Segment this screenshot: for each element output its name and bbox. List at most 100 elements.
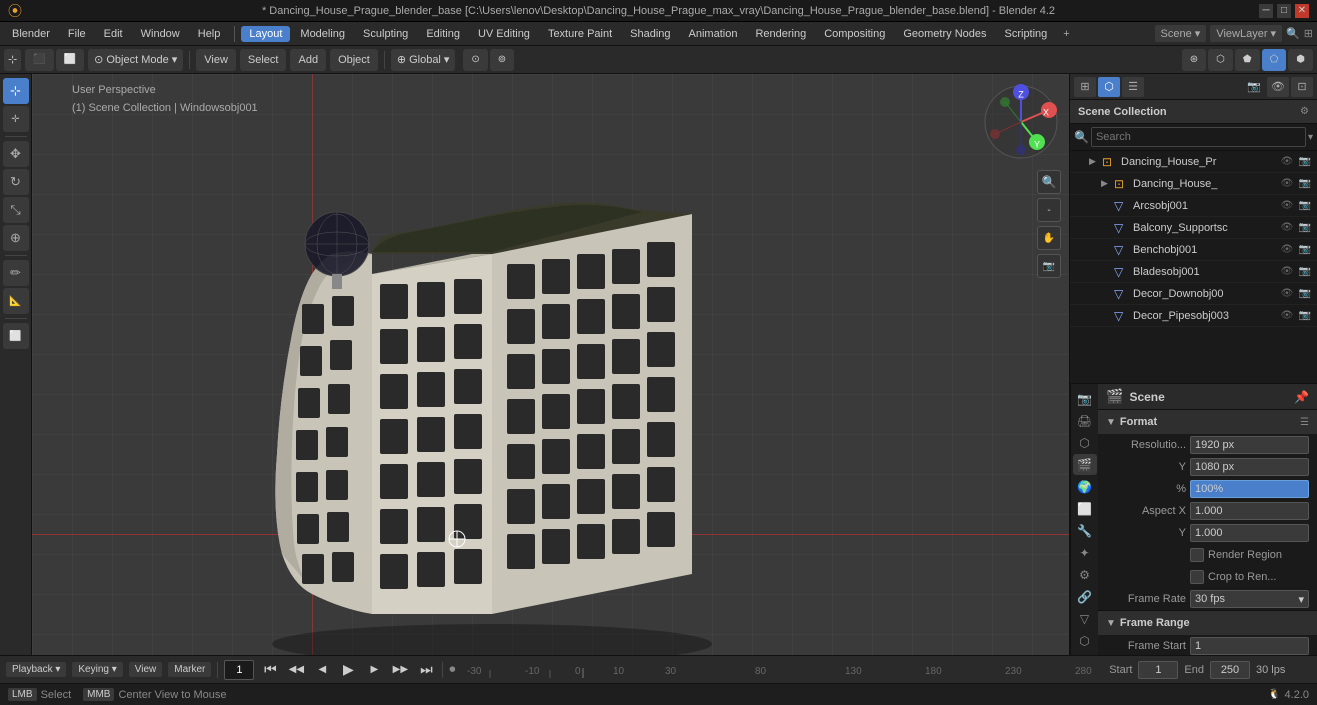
resolution-y-value[interactable]: 1080 px bbox=[1190, 458, 1309, 476]
rotate-tool[interactable]: ↻ bbox=[3, 169, 29, 195]
output-props-btn[interactable]: 🖨 bbox=[1073, 410, 1097, 431]
frame-rate-dropdown[interactable]: 30 fps ▾ bbox=[1190, 590, 1309, 608]
menu-geometry-nodes[interactable]: Geometry Nodes bbox=[895, 26, 994, 42]
render-props-btn[interactable]: 📷 bbox=[1073, 388, 1097, 409]
scene-collection-options[interactable]: ⚙ bbox=[1300, 106, 1309, 117]
collection-item-bench[interactable]: ▶ ▽ Benchobj001 👁 📷 bbox=[1070, 239, 1317, 261]
add-primitive-tool[interactable]: ⬜ bbox=[3, 323, 29, 349]
constraints-props-btn[interactable]: 🔗 bbox=[1073, 586, 1097, 607]
object-mode-dropdown[interactable]: ⊙ Object Mode ▾ bbox=[88, 49, 183, 71]
outliner-eye-icon[interactable]: 👁 bbox=[1267, 77, 1289, 97]
item-visibility-btn[interactable]: 👁 bbox=[1279, 198, 1295, 214]
scene-props-btn[interactable]: 🎬 bbox=[1073, 454, 1097, 475]
menu-shading[interactable]: Shading bbox=[622, 26, 678, 42]
collection-item-dancing-house2[interactable]: ▶ ⊡ Dancing_House_ 👁 📷 bbox=[1070, 173, 1317, 195]
menu-edit[interactable]: Edit bbox=[96, 26, 131, 42]
shading-solid-btn[interactable]: ⬟ bbox=[1235, 49, 1260, 71]
end-frame-value[interactable]: 250 bbox=[1210, 661, 1250, 679]
menu-rendering[interactable]: Rendering bbox=[747, 26, 814, 42]
modifier-props-btn[interactable]: 🔧 bbox=[1073, 520, 1097, 541]
scene-selector[interactable]: Scene ▾ bbox=[1155, 25, 1207, 42]
format-options-icon[interactable]: ☰ bbox=[1300, 417, 1309, 428]
item-render-btn[interactable]: 📷 bbox=[1297, 286, 1313, 302]
view-layer-selector[interactable]: ViewLayer ▾ bbox=[1210, 25, 1282, 42]
transform-orientation-dropdown[interactable]: ⊕ Global ▾ bbox=[391, 49, 456, 71]
particles-props-btn[interactable]: ✦ bbox=[1073, 542, 1097, 563]
outliner-filter-btn[interactable]: ☰ bbox=[1122, 77, 1144, 97]
outliner-render-icon[interactable]: ⊡ bbox=[1291, 77, 1313, 97]
view-menu-btn[interactable]: View bbox=[196, 49, 236, 71]
zoom-in-btn[interactable]: 🔍 bbox=[1037, 170, 1061, 194]
object-menu-btn[interactable]: Object bbox=[330, 49, 378, 71]
minimize-button[interactable]: ─ bbox=[1259, 4, 1273, 18]
collection-item-decor-pipes[interactable]: ▶ ▽ Decor_Pipesobj003 👁 📷 bbox=[1070, 305, 1317, 327]
xray-btn[interactable]: ⬡ bbox=[1208, 49, 1233, 71]
item-render-btn[interactable]: 📷 bbox=[1297, 242, 1313, 258]
menu-help[interactable]: Help bbox=[190, 26, 229, 42]
zoom-out-btn[interactable]: - bbox=[1037, 198, 1061, 222]
annotate-tool[interactable]: ✏ bbox=[3, 260, 29, 286]
menu-window[interactable]: Window bbox=[133, 26, 188, 42]
marker-menu-btn[interactable]: Marker bbox=[168, 662, 211, 677]
menu-compositing[interactable]: Compositing bbox=[816, 26, 893, 42]
search-icon[interactable]: 🔍 bbox=[1286, 27, 1300, 40]
timeline-ruler-area[interactable]: -30 -10 0 10 30 80 130 180 230 280 bbox=[461, 660, 1103, 680]
item-render-btn[interactable]: 📷 bbox=[1297, 154, 1313, 170]
jump-start-btn[interactable]: ⏮ bbox=[260, 660, 280, 680]
data-props-btn[interactable]: ▽ bbox=[1073, 608, 1097, 629]
menu-scripting[interactable]: Scripting bbox=[997, 26, 1056, 42]
transform-tool[interactable]: ⊕ bbox=[3, 225, 29, 251]
next-keyframe-btn[interactable]: ▶▶ bbox=[390, 660, 410, 680]
move-tool[interactable]: ✥ bbox=[3, 141, 29, 167]
item-visibility-btn[interactable]: 👁 bbox=[1279, 308, 1295, 324]
play-btn[interactable]: ▶ bbox=[338, 660, 358, 680]
menu-animation[interactable]: Animation bbox=[681, 26, 746, 42]
camera-btn[interactable]: 📷 bbox=[1037, 254, 1061, 278]
item-render-btn[interactable]: 📷 bbox=[1297, 176, 1313, 192]
shading-material-btn[interactable]: ⬠ bbox=[1262, 49, 1287, 71]
item-visibility-btn[interactable]: 👁 bbox=[1279, 242, 1295, 258]
view-menu-btn[interactable]: View bbox=[129, 662, 163, 677]
outliner-scene-btn[interactable]: ⬡ bbox=[1098, 77, 1120, 97]
pan-btn[interactable]: ✋ bbox=[1037, 226, 1061, 250]
menu-blender[interactable]: Blender bbox=[4, 26, 58, 42]
item-visibility-btn[interactable]: 👁 bbox=[1279, 264, 1295, 280]
collection-item-arcs[interactable]: ▶ ▽ Arcsobj001 👁 📷 bbox=[1070, 195, 1317, 217]
menu-editing[interactable]: Editing bbox=[418, 26, 468, 42]
view-layer-props-btn[interactable]: ⬡ bbox=[1073, 432, 1097, 453]
item-render-btn[interactable]: 📷 bbox=[1297, 264, 1313, 280]
jump-end-btn[interactable]: ⏭ bbox=[416, 660, 436, 680]
mode-wire-btn[interactable]: ⬜ bbox=[56, 49, 84, 71]
scale-tool[interactable]: ⤡ bbox=[3, 197, 29, 223]
item-render-btn[interactable]: 📷 bbox=[1297, 308, 1313, 324]
viewport[interactable]: User Perspective (1) Scene Collection | … bbox=[32, 74, 1069, 655]
maximize-button[interactable]: □ bbox=[1277, 4, 1291, 18]
item-visibility-btn[interactable]: 👁 bbox=[1279, 176, 1295, 192]
navigation-gizmo[interactable]: X Y Z bbox=[981, 82, 1061, 162]
pin-scene-btn[interactable]: 📌 bbox=[1294, 390, 1309, 404]
physics-props-btn[interactable]: ⚙ bbox=[1073, 564, 1097, 585]
item-render-btn[interactable]: 📷 bbox=[1297, 220, 1313, 236]
item-visibility-btn[interactable]: 👁 bbox=[1279, 154, 1295, 170]
format-section-header[interactable]: ▼ Format ☰ bbox=[1098, 410, 1317, 434]
object-props-btn[interactable]: ⬜ bbox=[1073, 498, 1097, 519]
mode-solid-btn[interactable]: ⬛ bbox=[25, 49, 53, 71]
select-box-tool[interactable]: ⊹ bbox=[3, 78, 29, 104]
menu-layout[interactable]: Layout bbox=[241, 26, 290, 42]
select-menu-btn[interactable]: Select bbox=[240, 49, 287, 71]
editor-type-icon[interactable]: ⊞ bbox=[1304, 27, 1313, 40]
item-visibility-btn[interactable]: 👁 bbox=[1279, 286, 1295, 302]
shading-rendered-btn[interactable]: ⬢ bbox=[1288, 49, 1313, 71]
menu-modeling[interactable]: Modeling bbox=[292, 26, 353, 42]
close-button[interactable]: ✕ bbox=[1295, 4, 1309, 18]
render-region-checkbox[interactable] bbox=[1190, 548, 1204, 562]
menu-uv-editing[interactable]: UV Editing bbox=[470, 26, 538, 42]
viewport-shading-btn[interactable]: ⊹ bbox=[4, 49, 21, 71]
add-menu-btn[interactable]: Add bbox=[290, 49, 326, 71]
crop-to-render-checkbox[interactable] bbox=[1190, 570, 1204, 584]
add-workspace-button[interactable]: + bbox=[1057, 26, 1075, 42]
frame-start-value[interactable]: 1 bbox=[1190, 637, 1309, 655]
playback-menu-btn[interactable]: Playback ▾ bbox=[6, 662, 66, 677]
snap-btn[interactable]: ⊙ bbox=[463, 49, 487, 71]
measure-tool[interactable]: 📐 bbox=[3, 288, 29, 314]
